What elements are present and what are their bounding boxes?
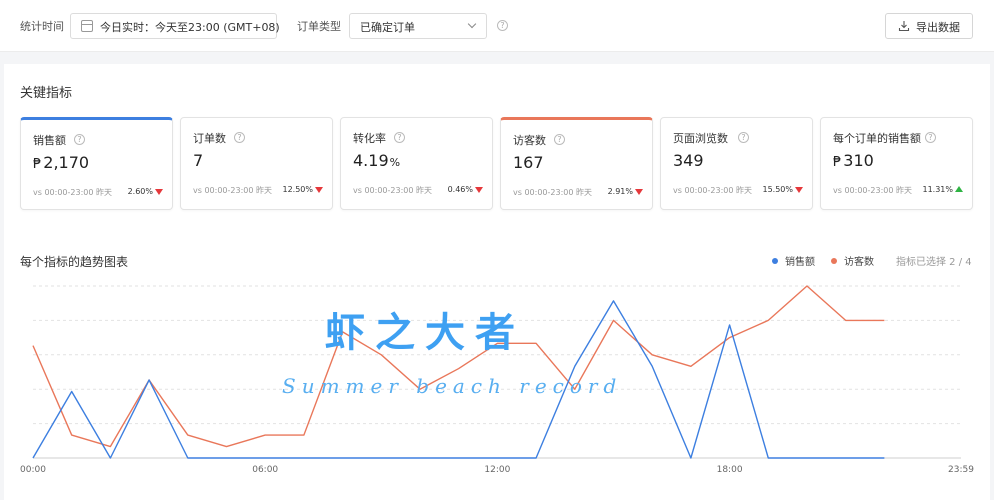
help-icon[interactable]: ? bbox=[554, 134, 565, 145]
arrow-down-icon bbox=[475, 187, 483, 193]
metric-change-value: 2.91% bbox=[607, 187, 633, 196]
arrow-down-icon bbox=[315, 187, 323, 193]
export-data-label: 导出数据 bbox=[916, 21, 960, 34]
x-tick-label: 23:59 bbox=[948, 465, 974, 475]
metric-number: 310 bbox=[843, 151, 874, 170]
download-icon bbox=[898, 21, 910, 32]
legend-label: 访客数 bbox=[844, 257, 874, 268]
currency-symbol: ₱ bbox=[833, 155, 842, 170]
currency-symbol: ₱ bbox=[33, 157, 42, 172]
metric-name: 每个订单的销售额 bbox=[833, 132, 921, 145]
legend-label: 销售额 bbox=[785, 257, 815, 268]
watermark-text: 虾之大者 bbox=[325, 310, 525, 356]
watermark-subtext: Summer beach record bbox=[282, 374, 623, 398]
metric-compare-label: vs 00:00-23:00 昨天 bbox=[33, 188, 112, 197]
arrow-up-icon bbox=[955, 186, 963, 192]
metric-compare-label: vs 00:00-23:00 昨天 bbox=[833, 186, 912, 195]
metric-compare-label: vs 00:00-23:00 昨天 bbox=[193, 186, 272, 195]
arrow-down-icon bbox=[635, 189, 643, 195]
metric-number: 349 bbox=[673, 151, 704, 170]
metric-value: 7 bbox=[193, 151, 203, 170]
metric-change-value: 15.50% bbox=[762, 185, 793, 194]
metric-value: 349 bbox=[673, 151, 704, 170]
help-icon[interactable]: ? bbox=[394, 132, 405, 143]
x-tick-label: 18:00 bbox=[717, 465, 743, 475]
legend-dot bbox=[831, 258, 837, 264]
metric-number: 2,170 bbox=[43, 153, 90, 172]
metric-change: 12.50% bbox=[282, 185, 323, 194]
chevron-down-icon bbox=[467, 19, 477, 29]
metric-change-value: 2.60% bbox=[127, 187, 153, 196]
metric-change: 2.60% bbox=[128, 187, 163, 196]
metric-number: 167 bbox=[513, 153, 544, 172]
x-tick-label: 00:00 bbox=[20, 465, 46, 475]
legend-item-visitors[interactable]: 访客数 bbox=[831, 253, 874, 268]
metric-name: 销售额 bbox=[33, 134, 66, 147]
metric-change: 0.46% bbox=[448, 185, 483, 194]
metric-value: ₱ 310 bbox=[833, 151, 874, 170]
metric-value: 167 bbox=[513, 153, 544, 172]
help-icon[interactable]: ? bbox=[234, 132, 245, 143]
metric-name: 页面浏览数 bbox=[673, 132, 728, 145]
section-title: 关键指标 bbox=[20, 86, 73, 101]
metric-compare-label: vs 00:00-23:00 昨天 bbox=[513, 188, 592, 197]
metric-number: 7 bbox=[193, 151, 204, 170]
calendar-icon bbox=[81, 20, 93, 32]
metric-card-visitors[interactable]: 访客数 ? 167 vs 00:00-23:00 昨天 2.91% bbox=[500, 117, 653, 210]
metric-value: 4.19% bbox=[353, 151, 400, 170]
date-range-picker[interactable]: 今日实时：今天至23:00 (GMT+08) bbox=[70, 13, 280, 39]
metric-name: 访客数 bbox=[513, 134, 546, 147]
metric-card-conversion-rate[interactable]: 转化率 ? 4.19% vs 00:00-23:00 昨天 0.46% bbox=[340, 117, 493, 210]
filter-bar: 统计时间 今日实时：今天至23:00 (GMT+08) 订单类型 已确定订单 ?… bbox=[0, 0, 994, 52]
metric-value: ₱ 2,170 bbox=[33, 153, 90, 172]
metric-change-value: 0.46% bbox=[447, 185, 473, 194]
metric-change: 2.91% bbox=[608, 187, 643, 196]
metric-card-sales[interactable]: 销售额 ? ₱ 2,170 vs 00:00-23:00 昨天 2.60% bbox=[20, 117, 173, 210]
metric-compare-label: vs 00:00-23:00 昨天 bbox=[353, 186, 432, 195]
arrow-down-icon bbox=[155, 189, 163, 195]
metric-change-value: 11.31% bbox=[922, 185, 953, 194]
date-range-value: 今日实时：今天至23:00 (GMT+08) bbox=[100, 21, 280, 34]
help-icon[interactable]: ? bbox=[497, 20, 508, 31]
metric-change: 15.50% bbox=[762, 185, 803, 194]
legend-dot bbox=[772, 258, 778, 264]
help-icon[interactable]: ? bbox=[925, 132, 936, 143]
metric-compare-label: vs 00:00-23:00 昨天 bbox=[673, 186, 752, 195]
chart-title: 每个指标的趋势图表 bbox=[20, 255, 129, 269]
metric-card-orders[interactable]: 订单数 ? 7 vs 00:00-23:00 昨天 12.50% bbox=[180, 117, 333, 210]
help-icon[interactable]: ? bbox=[738, 132, 749, 143]
metric-number: 4.19 bbox=[353, 151, 389, 170]
metric-name: 订单数 bbox=[193, 132, 226, 145]
metric-name: 转化率 bbox=[353, 132, 386, 145]
x-tick-label: 06:00 bbox=[252, 465, 278, 475]
order-type-select[interactable]: 已确定订单 bbox=[349, 13, 487, 39]
metric-card-page-views[interactable]: 页面浏览数 ? 349 vs 00:00-23:00 昨天 15.50% bbox=[660, 117, 813, 210]
help-icon[interactable]: ? bbox=[74, 134, 85, 145]
metric-card-sales-per-order[interactable]: 每个订单的销售额 ? ₱ 310 vs 00:00-23:00 昨天 11.31% bbox=[820, 117, 973, 210]
metric-change-value: 12.50% bbox=[282, 185, 313, 194]
order-type-value: 已确定订单 bbox=[360, 21, 415, 34]
metric-change: 11.31% bbox=[922, 185, 963, 194]
period-label: 统计时间 bbox=[20, 20, 64, 33]
legend-item-sales[interactable]: 销售额 bbox=[772, 253, 815, 268]
export-data-button[interactable]: 导出数据 bbox=[885, 13, 973, 39]
metric-suffix: % bbox=[389, 156, 401, 169]
selected-metrics-count[interactable]: 指标已选择 2 / 4 bbox=[896, 253, 972, 268]
arrow-down-icon bbox=[795, 187, 803, 193]
order-type-label: 订单类型 bbox=[297, 20, 341, 33]
x-tick-label: 12:00 bbox=[484, 465, 510, 475]
